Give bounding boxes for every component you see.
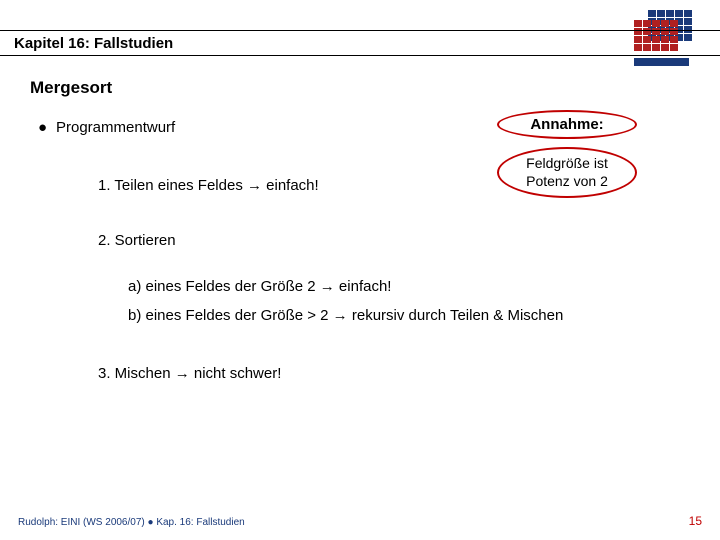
item-2: 2. Sortieren bbox=[98, 231, 690, 251]
section-title: Mergesort bbox=[30, 78, 112, 98]
item-1: 1. Teilen eines Feldes → einfach! bbox=[98, 176, 690, 196]
chapter-title: Kapitel 16: Fallstudien bbox=[14, 35, 173, 52]
bullet-text: Programmentwurf bbox=[56, 118, 175, 138]
chapter-bar: Kapitel 16: Fallstudien bbox=[0, 30, 720, 56]
footer-left: Rudolph: EINI (WS 2006/07) ● Kap. 16: Fa… bbox=[18, 517, 245, 528]
footer: Rudolph: EINI (WS 2006/07) ● Kap. 16: Fa… bbox=[18, 514, 702, 528]
item-2a: a) eines Feldes der Größe 2 → einfach! bbox=[128, 277, 690, 297]
item-3: 3. Mischen → nicht schwer! bbox=[98, 364, 690, 384]
page-number: 15 bbox=[689, 514, 702, 528]
item-2b: b) eines Feldes der Größe > 2 → rekursiv… bbox=[128, 306, 690, 326]
content-body: ● Programmentwurf 1. Teilen eines Feldes… bbox=[38, 118, 690, 391]
bullet-icon: ● bbox=[38, 118, 56, 138]
